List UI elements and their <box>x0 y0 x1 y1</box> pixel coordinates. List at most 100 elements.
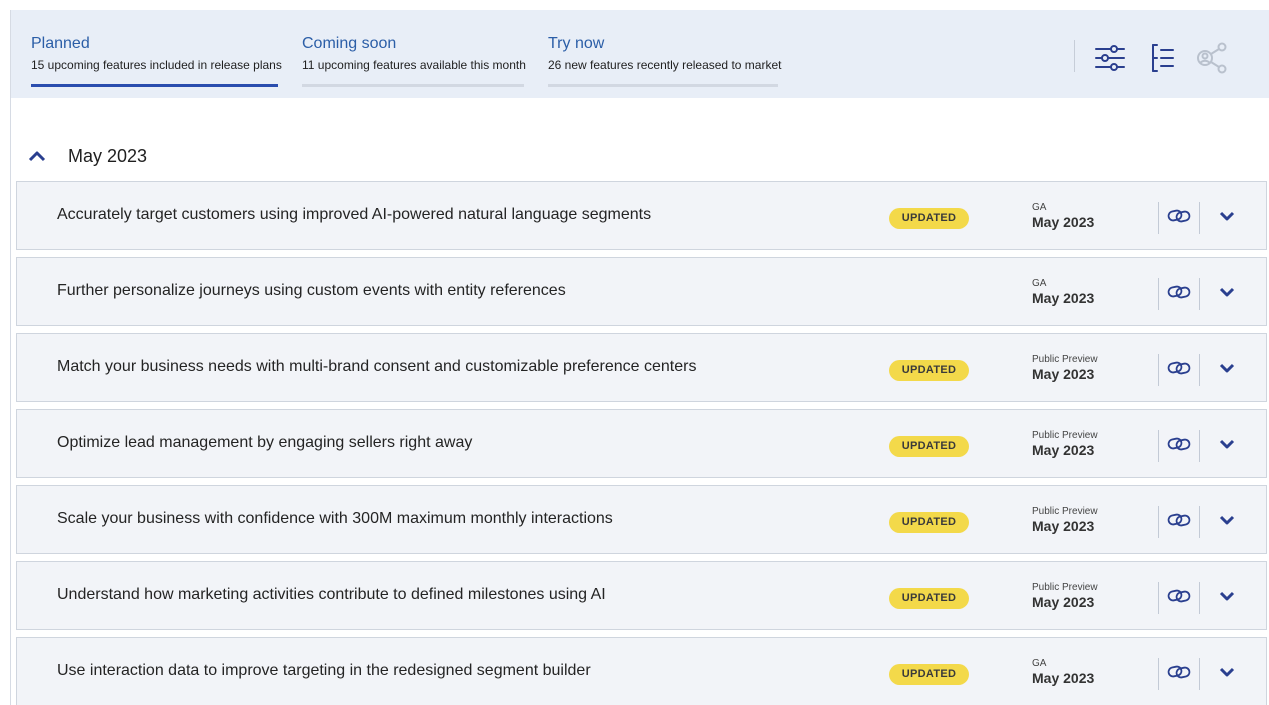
row-divider <box>1158 278 1159 310</box>
tab-try-now-subtitle: 26 new features recently released to mar… <box>548 58 782 72</box>
row-divider <box>1158 430 1159 462</box>
tab-coming-soon-title: Coming soon <box>302 35 397 52</box>
link-icon <box>1167 513 1191 527</box>
chevron-down-icon <box>1219 439 1235 449</box>
feature-row[interactable]: Scale your business with confidence with… <box>16 485 1267 554</box>
list-view-icon <box>1152 44 1174 72</box>
expand-row-button[interactable] <box>1215 658 1239 686</box>
chevron-down-icon <box>1219 211 1235 221</box>
row-divider <box>1158 582 1159 614</box>
chevron-up-icon <box>28 148 48 164</box>
link-icon <box>1167 665 1191 679</box>
tab-coming-soon-underline <box>302 84 524 87</box>
feature-title: Scale your business with confidence with… <box>57 510 613 527</box>
link-icon <box>1167 589 1191 603</box>
feature-title: Accurately target customers using improv… <box>57 206 652 223</box>
row-divider <box>1199 430 1200 462</box>
release-stage: Public Preview <box>1032 582 1098 593</box>
toolbar-divider <box>1074 40 1075 72</box>
month-group-header[interactable]: May 2023 <box>28 142 147 170</box>
updated-badge: UPDATED <box>889 512 969 533</box>
left-divider <box>10 10 11 705</box>
tab-try-now[interactable]: Try now 26 new features recently release… <box>548 34 782 87</box>
row-divider <box>1199 658 1200 690</box>
feature-row[interactable]: Accurately target customers using improv… <box>16 181 1267 250</box>
tab-planned-subtitle: 15 upcoming features included in release… <box>31 58 282 72</box>
copy-link-button[interactable] <box>1165 278 1193 306</box>
release-date: May 2023 <box>1032 442 1095 458</box>
release-stage: Public Preview <box>1032 430 1098 441</box>
feature-title: Use interaction data to improve targetin… <box>57 662 591 679</box>
copy-link-button[interactable] <box>1165 582 1193 610</box>
row-divider <box>1158 202 1159 234</box>
release-stage: GA <box>1032 278 1047 289</box>
release-plan-header: Planned 15 upcoming features included in… <box>11 10 1269 98</box>
copy-link-button[interactable] <box>1165 354 1193 382</box>
release-date: May 2023 <box>1032 290 1095 306</box>
link-icon <box>1167 361 1191 375</box>
row-divider <box>1199 278 1200 310</box>
row-divider <box>1158 658 1159 690</box>
updated-badge: UPDATED <box>889 664 969 685</box>
chevron-down-icon <box>1219 515 1235 525</box>
row-divider <box>1158 354 1159 386</box>
feature-row[interactable]: Optimize lead management by engaging sel… <box>16 409 1267 478</box>
feature-title: Optimize lead management by engaging sel… <box>57 434 473 451</box>
copy-link-button[interactable] <box>1165 658 1193 686</box>
tab-try-now-underline <box>548 84 778 87</box>
share-button[interactable] <box>1194 40 1230 76</box>
copy-link-button[interactable] <box>1165 430 1193 458</box>
expand-row-button[interactable] <box>1215 202 1239 230</box>
filter-sliders-icon <box>1095 45 1125 71</box>
row-divider <box>1158 506 1159 538</box>
chevron-down-icon <box>1219 287 1235 297</box>
tab-planned-title: Planned <box>31 35 90 52</box>
row-divider <box>1199 506 1200 538</box>
filter-button[interactable] <box>1092 40 1128 76</box>
feature-row[interactable]: Further personalize journeys using custo… <box>16 257 1267 326</box>
link-icon <box>1167 437 1191 451</box>
feature-row[interactable]: Match your business needs with multi-bra… <box>16 333 1267 402</box>
release-date: May 2023 <box>1032 594 1095 610</box>
updated-badge: UPDATED <box>889 360 969 381</box>
share-icon <box>1197 42 1227 74</box>
release-date: May 2023 <box>1032 518 1095 534</box>
release-stage: GA <box>1032 202 1047 213</box>
feature-title: Match your business needs with multi-bra… <box>57 358 697 375</box>
chevron-down-icon <box>1219 363 1235 373</box>
row-divider <box>1199 202 1200 234</box>
month-group-label: May 2023 <box>68 145 148 166</box>
expand-row-button[interactable] <box>1215 430 1239 458</box>
tab-try-now-title: Try now <box>548 35 605 52</box>
feature-row[interactable]: Use interaction data to improve targetin… <box>16 637 1267 705</box>
expand-row-button[interactable] <box>1215 582 1239 610</box>
updated-badge: UPDATED <box>889 436 969 457</box>
updated-badge: UPDATED <box>889 588 969 609</box>
row-divider <box>1199 354 1200 386</box>
feature-title: Understand how marketing activities cont… <box>57 586 606 603</box>
updated-badge: UPDATED <box>889 208 969 229</box>
expand-row-button[interactable] <box>1215 278 1239 306</box>
row-divider <box>1199 582 1200 614</box>
feature-row[interactable]: Understand how marketing activities cont… <box>16 561 1267 630</box>
release-date: May 2023 <box>1032 214 1095 230</box>
tab-planned-underline <box>31 84 278 87</box>
release-stage: GA <box>1032 658 1047 669</box>
release-stage: Public Preview <box>1032 354 1098 365</box>
tab-coming-soon[interactable]: Coming soon 11 upcoming features availab… <box>302 34 526 87</box>
link-icon <box>1167 285 1191 299</box>
copy-link-button[interactable] <box>1165 202 1193 230</box>
tab-coming-soon-subtitle: 11 upcoming features available this mont… <box>302 58 526 72</box>
feature-title: Further personalize journeys using custo… <box>57 282 566 299</box>
expand-row-button[interactable] <box>1215 354 1239 382</box>
copy-link-button[interactable] <box>1165 506 1193 534</box>
release-date: May 2023 <box>1032 366 1095 382</box>
chevron-down-icon <box>1219 591 1235 601</box>
top-strip <box>0 0 1269 10</box>
list-view-button[interactable] <box>1144 40 1180 76</box>
tab-planned[interactable]: Planned 15 upcoming features included in… <box>31 34 282 87</box>
release-date: May 2023 <box>1032 670 1095 686</box>
expand-row-button[interactable] <box>1215 506 1239 534</box>
release-stage: Public Preview <box>1032 506 1098 517</box>
feature-list: Accurately target customers using improv… <box>16 181 1267 705</box>
